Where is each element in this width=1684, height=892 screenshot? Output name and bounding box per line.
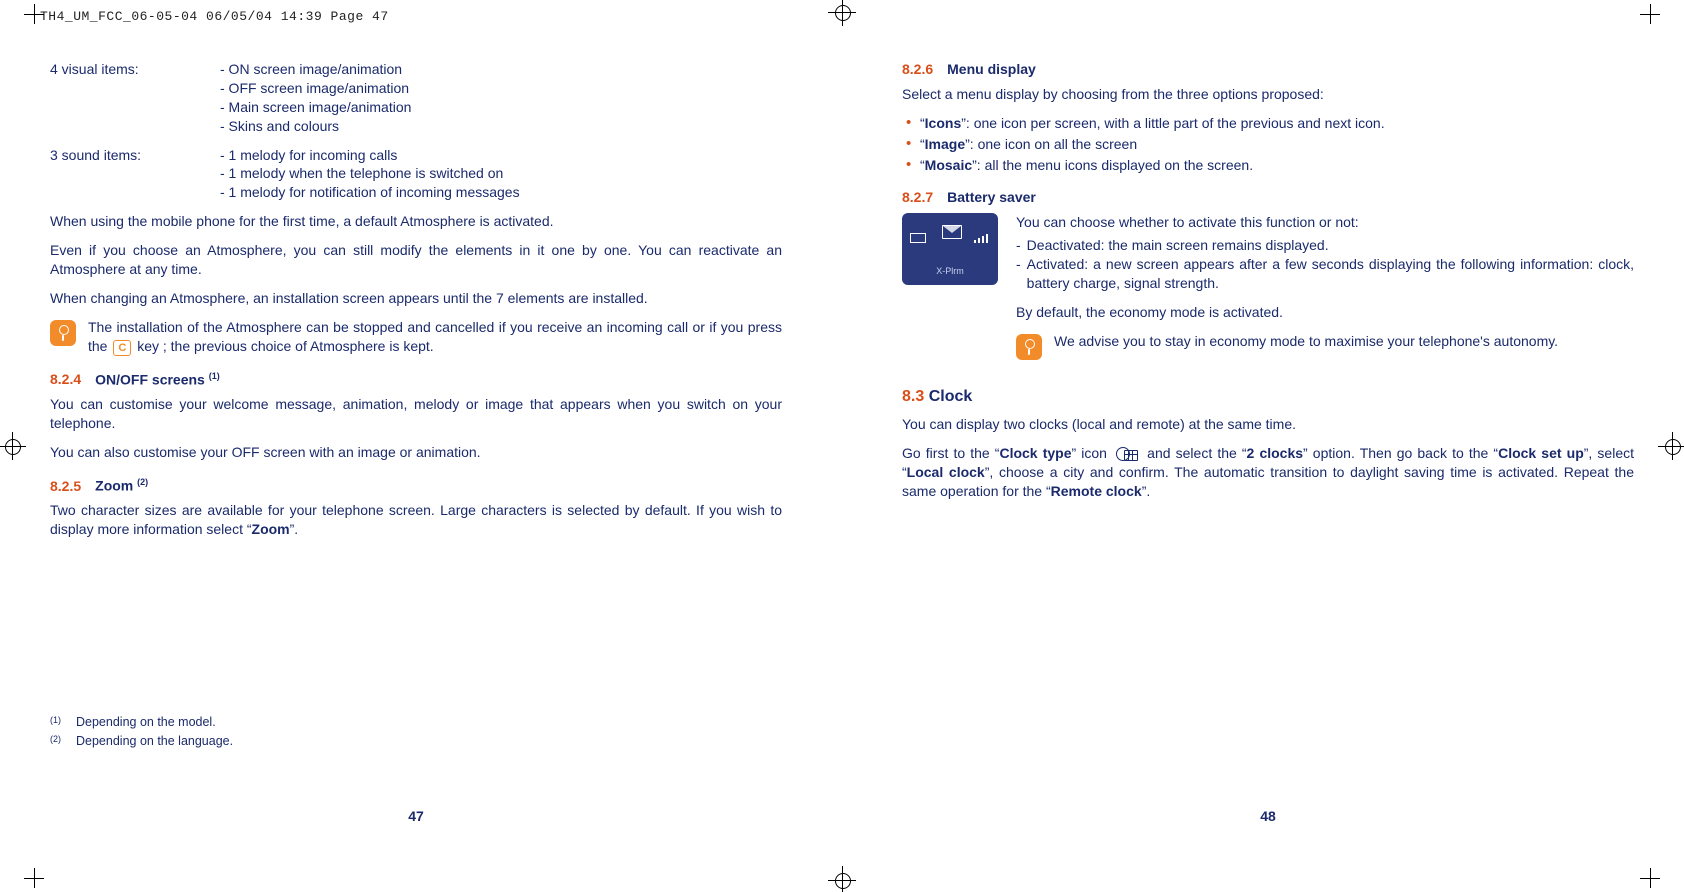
list-item: - ON screen image/animation [220,60,782,79]
body-text: When changing an Atmosphere, an installa… [50,289,782,308]
body-text: You can customise your welcome message, … [50,395,782,433]
list-item: - Main screen image/animation [220,98,782,117]
page-number: 48 [1260,807,1276,826]
page-left: 4 visual items: - ON screen image/animat… [50,60,782,772]
dash-list: Deactivated: the main screen remains dis… [1016,236,1634,293]
list-item: - 1 melody for notification of incoming … [220,183,782,202]
footnotes: (1)Depending on the model. (2)Depending … [50,714,233,752]
footnote-text: Depending on the model. [76,714,216,731]
list-item: - OFF screen image/animation [220,79,782,98]
registration-mark-icon [832,2,852,22]
bulb-icon [50,320,76,346]
tip-callout: We advise you to stay in economy mode to… [1016,332,1634,358]
keycap-c-icon: C [113,340,131,356]
list-item: - 1 melody when the telephone is switche… [220,164,782,183]
list-item: “Mosaic”: all the menu icons displayed o… [902,156,1634,175]
crop-slug: TH4_UM_FCC_06-05-04 06/05/04 14:39 Page … [40,8,389,26]
sound-items-label: 3 sound items: [50,146,220,203]
phone-thumb-label: X-Plrm [902,265,998,277]
list-item: - 1 melody for incoming calls [220,146,782,165]
registration-mark-icon [2,436,22,456]
list-item: “Image”: one icon on all the screen [902,135,1634,154]
visual-items-label: 4 visual items: [50,60,220,136]
body-text: By default, the economy mode is activate… [1016,303,1634,322]
heading-824: 8.2.4ON/OFF screens (1) [50,370,782,390]
sound-items: 3 sound items: - 1 melody for incoming c… [50,146,782,203]
heading-83: 8.3 Clock [902,386,1634,408]
footnote-text: Depending on the language. [76,733,233,750]
menu-display-options: “Icons”: one icon per screen, with a lit… [902,114,1634,175]
crop-mark [1640,868,1660,888]
crop-mark [1640,4,1660,24]
body-text: You can choose whether to activate this … [1016,213,1634,232]
crop-mark [24,868,44,888]
list-item: Deactivated: the main screen remains dis… [1027,236,1329,255]
phone-screenshot-icon: X-Plrm [902,213,998,285]
body-text: Go first to the “Clock type” icon and se… [902,444,1634,501]
tip-callout: The installation of the Atmosphere can b… [50,318,782,356]
heading-825: 8.2.5Zoom (2) [50,476,782,496]
body-text: Two character sizes are available for yo… [50,501,782,539]
battery-saver-block: X-Plrm You can choose whether to activat… [902,213,1634,367]
list-item: - Skins and colours [220,117,782,136]
tip-text: The installation of the Atmosphere can b… [88,318,782,356]
heading-827: 8.2.7Battery saver [902,188,1634,207]
heading-826: 8.2.6Menu display [902,60,1634,79]
registration-mark-icon [1662,436,1682,456]
page-right: 8.2.6Menu display Select a menu display … [902,60,1634,772]
page-number: 47 [408,807,424,826]
list-item: “Icons”: one icon per screen, with a lit… [902,114,1634,133]
bulb-icon [1016,334,1042,360]
body-text: Select a menu display by choosing from t… [902,85,1634,104]
registration-mark-icon [832,870,852,890]
body-text: Even if you choose an Atmosphere, you ca… [50,241,782,279]
body-text: When using the mobile phone for the firs… [50,212,782,231]
tip-text: We advise you to stay in economy mode to… [1054,332,1634,351]
clock-calendar-icon [1116,447,1138,461]
body-text: You can also customise your OFF screen w… [50,443,782,462]
visual-items: 4 visual items: - ON screen image/animat… [50,60,782,136]
body-text: You can display two clocks (local and re… [902,415,1634,434]
list-item: Activated: a new screen appears after a … [1027,255,1634,293]
